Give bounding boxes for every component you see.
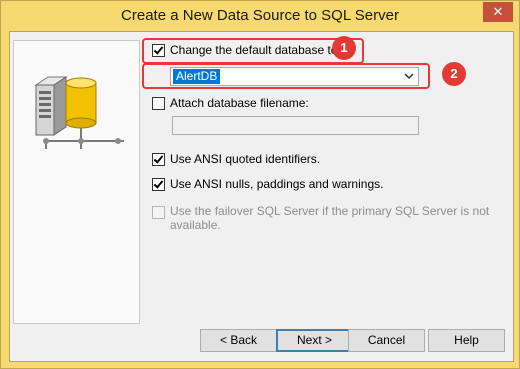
ansi-nulls-checkbox[interactable]: Use ANSI nulls, paddings and warnings. — [152, 177, 383, 191]
back-button-label: < Back — [219, 333, 258, 347]
ansi-quoted-label: Use ANSI quoted identifiers. — [170, 152, 321, 166]
callout-badge-2: 2 — [442, 62, 466, 86]
help-button[interactable]: Help — [428, 329, 505, 352]
back-button[interactable]: < Back — [200, 329, 277, 352]
attach-db-label: Attach database filename: — [170, 96, 309, 110]
dialog-client-area: Change the default database to: 1 AlertD… — [9, 31, 514, 362]
ansi-quoted-checkbox[interactable]: Use ANSI quoted identifiers. — [152, 152, 320, 166]
checkbox-disabled-icon — [152, 206, 165, 219]
wizard-art-panel — [13, 40, 140, 324]
attach-db-checkbox[interactable]: Attach database filename: — [152, 96, 309, 110]
change-default-db-checkbox[interactable]: Change the default database to: — [152, 43, 341, 57]
cancel-button[interactable]: Cancel — [348, 329, 425, 352]
dialog-window: Create a New Data Source to SQL Server ✕ — [0, 0, 520, 369]
help-button-label: Help — [454, 333, 479, 347]
checkbox-checked-icon — [152, 177, 165, 191]
database-select[interactable]: AlertDB — [170, 67, 419, 86]
failover-label-line2: available. — [170, 218, 221, 232]
checkbox-checked-icon — [152, 43, 165, 57]
close-button[interactable]: ✕ — [483, 2, 513, 22]
change-default-db-label: Change the default database to: — [170, 43, 341, 57]
database-select-value: AlertDB — [173, 69, 221, 84]
database-server-network-icon — [34, 76, 124, 149]
checkbox-checked-icon — [152, 152, 165, 166]
close-icon: ✕ — [492, 4, 504, 19]
chevron-down-icon — [404, 73, 414, 80]
cancel-button-label: Cancel — [367, 333, 406, 347]
badge-number: 2 — [450, 66, 458, 81]
ansi-nulls-label: Use ANSI nulls, paddings and warnings. — [170, 177, 384, 191]
checkbox-unchecked-icon — [152, 96, 165, 110]
failover-checkbox[interactable]: Use the failover SQL Server if the prima… — [152, 204, 489, 232]
next-button[interactable]: Next > — [276, 329, 353, 352]
attach-filename-input[interactable] — [172, 116, 419, 135]
callout-badge-1: 1 — [332, 36, 356, 60]
window-title: Create a New Data Source to SQL Server — [121, 7, 399, 24]
badge-number: 1 — [340, 40, 348, 55]
failover-label-line1: Use the failover SQL Server if the prima… — [170, 204, 490, 218]
title-bar: Create a New Data Source to SQL Server — [1, 1, 519, 31]
next-button-label: Next > — [296, 333, 332, 347]
